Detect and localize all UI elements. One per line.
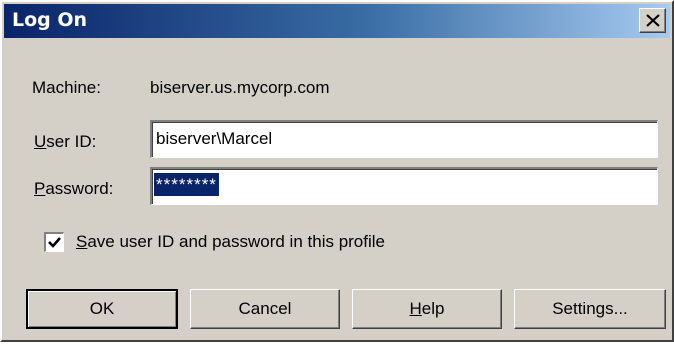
password-label: Password: xyxy=(34,179,113,199)
user-id-field[interactable]: biserver\Marcel xyxy=(150,120,658,158)
machine-value: biserver.us.mycorp.com xyxy=(150,78,330,97)
save-label-text: ave user ID and password in this profile xyxy=(87,232,385,251)
close-icon xyxy=(646,14,660,27)
save-credentials-checkbox[interactable] xyxy=(44,232,64,252)
ok-button[interactable]: OK xyxy=(26,289,178,329)
cancel-button[interactable]: Cancel xyxy=(190,289,340,329)
help-label-text: elp xyxy=(421,299,445,318)
window-title: Log On xyxy=(12,9,88,31)
help-mnemonic: H xyxy=(409,299,422,318)
password-label-text: assword: xyxy=(45,179,114,198)
title-bar[interactable]: Log On xyxy=(4,4,670,38)
settings-button[interactable]: Settings... xyxy=(514,289,666,329)
user-id-value: biserver\Marcel xyxy=(156,129,273,148)
password-mnemonic: P xyxy=(34,179,46,198)
save-mnemonic: S xyxy=(76,232,88,251)
password-value: ******** xyxy=(154,173,219,196)
close-button[interactable] xyxy=(639,8,666,33)
user-id-label-text: ser ID: xyxy=(46,132,97,151)
machine-label: Machine: xyxy=(32,78,101,97)
checkmark-icon xyxy=(48,237,61,248)
user-id-mnemonic: U xyxy=(34,132,47,151)
help-button[interactable]: Help xyxy=(352,289,502,329)
password-field[interactable]: ******** xyxy=(150,167,658,205)
logon-dialog: Log On Machine: biserver.us.mycorp.com U… xyxy=(0,0,674,342)
user-id-label: User ID: xyxy=(34,132,96,152)
save-credentials-label[interactable]: Save user ID and password in this profil… xyxy=(76,232,385,252)
